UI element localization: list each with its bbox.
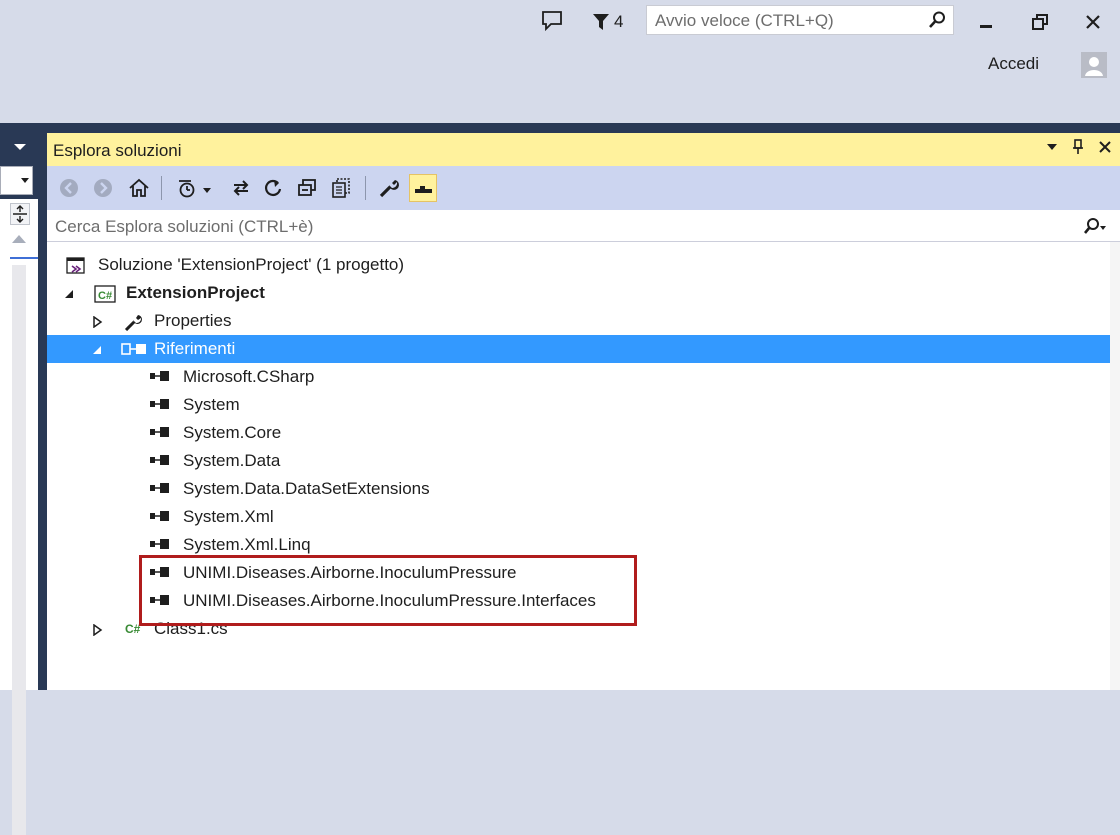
tree-item-label: System.Xml xyxy=(183,507,274,526)
properties-icon xyxy=(379,180,399,198)
highlight-annotation-box xyxy=(139,555,637,626)
sign-in-link[interactable]: Accedi xyxy=(988,54,1039,74)
explorer-search-input[interactable] xyxy=(53,215,1037,239)
expand-arrow-icon[interactable] xyxy=(91,315,103,329)
assembly-reference-icon xyxy=(149,481,171,497)
forward-icon xyxy=(94,179,112,197)
tree-item-reference[interactable]: System.Core xyxy=(47,419,1110,447)
explorer-toolbar xyxy=(47,166,1120,210)
preview-selected-button[interactable] xyxy=(409,174,437,202)
tree-item-label: System.Data.DataSetExtensions xyxy=(183,479,430,498)
back-button[interactable] xyxy=(55,174,83,202)
left-editor-panel xyxy=(0,133,38,835)
vertical-scrollbar[interactable] xyxy=(12,265,26,835)
forward-button[interactable] xyxy=(89,174,117,202)
assembly-reference-icon xyxy=(149,369,171,385)
minimize-icon xyxy=(980,25,992,28)
assembly-reference-icon xyxy=(149,397,171,413)
close-button[interactable] xyxy=(1073,6,1113,38)
notifications-count: 4 xyxy=(614,12,624,31)
solution-icon xyxy=(66,257,88,274)
tree-item-reference[interactable]: System.Data xyxy=(47,447,1110,475)
restore-button[interactable] xyxy=(1020,6,1060,38)
tree-item-label: System.Core xyxy=(183,423,282,442)
toolbar-separator xyxy=(161,176,162,200)
navigation-combo[interactable] xyxy=(0,166,33,195)
restore-icon xyxy=(1032,14,1048,30)
tree-item-label: Properties xyxy=(154,311,232,330)
collapse-all-icon xyxy=(298,179,316,196)
assembly-reference-icon xyxy=(149,537,171,553)
split-window-icon[interactable] xyxy=(10,203,30,225)
notifications[interactable]: 4 xyxy=(592,10,623,34)
tree-item-project[interactable]: C# ExtensionProject xyxy=(47,279,1110,307)
editor-area[interactable] xyxy=(0,199,38,835)
explorer-title-bar: Esplora soluzioni xyxy=(47,133,1120,166)
assembly-reference-icon xyxy=(149,453,171,469)
refresh-icon xyxy=(265,179,282,196)
search-options-icon[interactable] xyxy=(1083,217,1106,237)
expand-arrow-icon[interactable] xyxy=(91,623,103,637)
preview-icon xyxy=(415,186,432,193)
show-all-files-icon xyxy=(332,178,350,198)
collapse-arrow-icon[interactable] xyxy=(91,343,103,355)
tree-item-label: ExtensionProject xyxy=(126,283,265,302)
panel-dropdown-icon[interactable] xyxy=(14,144,26,150)
notification-flag-icon xyxy=(593,14,609,30)
svg-text:C#: C# xyxy=(98,290,112,302)
title-bar: 4 Accedi xyxy=(0,0,1120,123)
home-button[interactable] xyxy=(125,174,153,202)
tree-item-reference[interactable]: Microsoft.CSharp xyxy=(47,363,1110,391)
feedback-icon[interactable] xyxy=(540,8,566,34)
solution-explorer: Esplora soluzioni Cerca Esplora soluzion… xyxy=(47,133,1120,690)
tree-item-label: Microsoft.CSharp xyxy=(183,367,315,386)
quick-launch-box[interactable] xyxy=(646,5,954,35)
explorer-title: Esplora soluzioni xyxy=(53,141,182,160)
assembly-reference-icon xyxy=(149,425,171,441)
sync-icon xyxy=(233,180,249,196)
tree-item-label: System xyxy=(183,395,240,414)
refresh-button[interactable] xyxy=(259,174,287,202)
explorer-scrollbar[interactable] xyxy=(1110,242,1120,690)
tree-item-label: Soluzione 'ExtensionProject' (1 progetto… xyxy=(98,255,405,274)
toolbar-separator xyxy=(365,176,366,200)
collapse-all-button[interactable] xyxy=(293,174,321,202)
pending-changes-filter-button[interactable] xyxy=(171,174,219,202)
minimize-button[interactable] xyxy=(966,6,1006,38)
tree-item-reference[interactable]: System xyxy=(47,391,1110,419)
search-icon[interactable] xyxy=(927,10,947,30)
tree-item-references[interactable]: Riferimenti xyxy=(47,335,1110,363)
close-icon xyxy=(1086,15,1100,29)
tree-item-label: System.Data xyxy=(183,451,281,470)
show-all-files-button[interactable] xyxy=(327,174,355,202)
references-icon xyxy=(121,341,146,357)
tree-item-label: System.Xml.Linq xyxy=(183,535,311,554)
caret-line xyxy=(10,257,38,259)
explorer-search-box[interactable] xyxy=(47,210,1120,242)
pending-changes-filter-icon xyxy=(179,180,211,198)
csharp-project-icon: C# xyxy=(94,285,116,303)
quick-launch-input[interactable] xyxy=(653,9,927,33)
close-icon[interactable] xyxy=(1098,140,1112,154)
home-icon xyxy=(129,178,149,197)
tree-item-label: Riferimenti xyxy=(154,339,236,358)
back-icon xyxy=(60,179,78,197)
assembly-reference-icon xyxy=(149,509,171,525)
sync-button[interactable] xyxy=(227,174,255,202)
tree-item-solution[interactable]: Soluzione 'ExtensionProject' (1 progetto… xyxy=(47,251,1110,279)
window-position-dropdown-icon[interactable] xyxy=(1046,142,1058,152)
tree-item-reference[interactable]: System.Xml xyxy=(47,503,1110,531)
wrench-icon xyxy=(124,313,146,332)
scroll-up-icon[interactable] xyxy=(12,235,26,243)
collapse-arrow-icon[interactable] xyxy=(63,287,75,299)
tree-item-reference[interactable]: System.Data.DataSetExtensions xyxy=(47,475,1110,503)
avatar-icon[interactable] xyxy=(1081,52,1107,78)
chevron-down-icon xyxy=(21,178,29,183)
pin-icon[interactable] xyxy=(1072,139,1084,155)
tree-item-properties[interactable]: Properties xyxy=(47,307,1110,335)
properties-button[interactable] xyxy=(375,174,403,202)
